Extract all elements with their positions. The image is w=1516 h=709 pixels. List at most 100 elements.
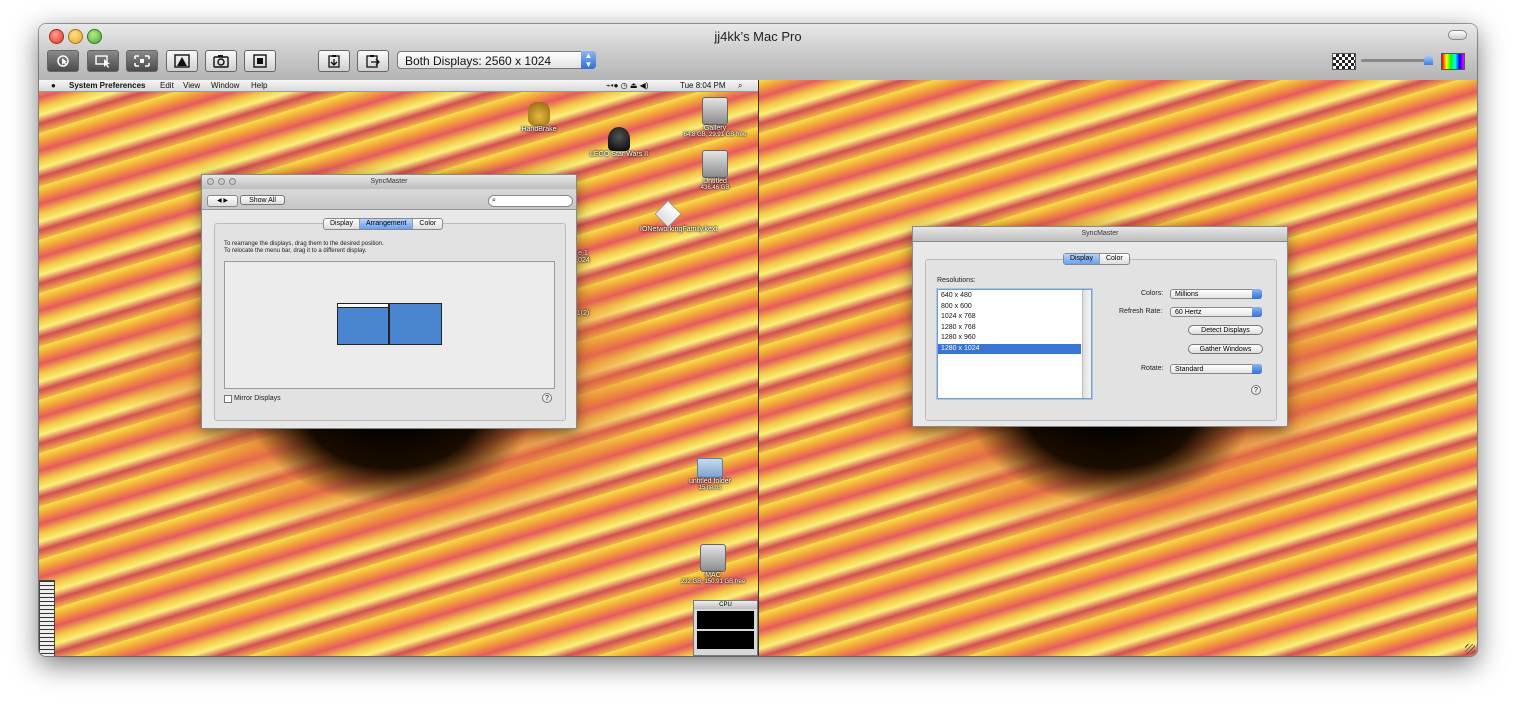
desktop-icon-gallery[interactable]: Gallery 64.8 GB, 29.91 GB free <box>679 97 751 138</box>
cpu-graph <box>697 631 754 649</box>
scale-icon[interactable] <box>244 50 276 72</box>
window-toolbar: jj4kk’s Mac Pro Both Displays: 2560 x 10… <box>39 24 1477 81</box>
control-icon[interactable] <box>47 50 79 72</box>
gather-windows-button[interactable]: Gather Windows <box>1188 344 1263 354</box>
get-clipboard-icon[interactable] <box>318 50 350 72</box>
search-icon: ⌕ <box>492 197 496 204</box>
rotate-popup[interactable]: Standard <box>1170 364 1262 374</box>
remote-screen-right[interactable]: SyncMaster Display Color Resolutions: 64… <box>759 80 1477 656</box>
search-input[interactable]: ⌕ <box>488 195 573 207</box>
apple-icon[interactable]: ● <box>51 80 56 91</box>
detect-displays-button[interactable]: Detect Displays <box>1188 325 1263 335</box>
quality-slider[interactable] <box>1361 59 1433 62</box>
menubar-indicator[interactable] <box>338 304 388 308</box>
tab-bar: Display Arrangement Color <box>323 218 444 230</box>
resolution-row[interactable]: 1280 x 768 <box>938 323 1081 334</box>
chevron-updown-icon <box>1252 364 1262 374</box>
desktop-icon-handbrake[interactable]: HandBrake <box>517 102 561 133</box>
window-title: jj4kk’s Mac Pro <box>714 29 802 44</box>
menu-view[interactable]: View <box>183 80 200 91</box>
quality-slider-thumb[interactable] <box>1424 54 1433 65</box>
desktop-icon-untitled[interactable]: Untitled 436.46 GB <box>679 150 751 191</box>
menu-clock: Tue 8:04 PM <box>680 81 726 90</box>
list-scrollbar[interactable] <box>1082 290 1091 398</box>
rotate-value: Standard <box>1175 366 1204 373</box>
fit-screen-icon[interactable] <box>126 50 158 72</box>
resolutions-rows: 640 x 480 800 x 600 1024 x 768 1280 x 76… <box>938 291 1081 354</box>
spotlight-icon[interactable]: ⌕ <box>738 80 742 91</box>
full-screen-icon[interactable] <box>166 50 198 72</box>
colors-label: Colors: <box>1141 290 1164 297</box>
capture-icon[interactable] <box>205 50 237 72</box>
colors-popup[interactable]: Millions <box>1170 289 1262 299</box>
refresh-rate-popup[interactable]: 60 Hertz <box>1170 307 1262 317</box>
resolution-row-selected[interactable]: 1280 x 1024 <box>938 343 1081 354</box>
tab-display[interactable]: Display <box>324 219 360 229</box>
remote-desktop-window: jj4kk’s Mac Pro Both Displays: 2560 x 10… <box>39 24 1477 656</box>
desktop-icon-sublabel: 436.46 GB <box>700 185 730 191</box>
resolution-row[interactable]: 1280 x 960 <box>938 333 1081 344</box>
hard-drive-icon <box>702 150 728 178</box>
menu-extras-icons: ⌁•● ◷ ⏏ ◀) <box>606 81 649 90</box>
resolution-row[interactable]: 640 x 480 <box>938 291 1081 302</box>
window-title: SyncMaster <box>1081 230 1119 237</box>
remote-screen-left[interactable]: ● System Preferences Edit View Window He… <box>39 80 758 656</box>
resolutions-list[interactable]: 640 x 480 800 x 600 1024 x 768 1280 x 76… <box>937 289 1092 399</box>
menu-window[interactable]: Window <box>211 80 239 91</box>
desktop-icon-mac[interactable]: MAC 232 GB, 150.91 GB free <box>675 544 751 585</box>
syncmaster-display-window: SyncMaster Display Color Resolutions: 64… <box>912 226 1288 427</box>
menu-bar: ● System Preferences Edit View Window He… <box>39 80 758 92</box>
tab-bar: Display Color <box>1063 253 1130 265</box>
display-selector[interactable]: Both Displays: 2560 x 1024 ▲ ▼ <box>397 51 596 69</box>
resize-grip-icon[interactable] <box>1465 644 1475 654</box>
image-quality-icon <box>1332 53 1356 70</box>
desktop-icon-sublabel: 15 items <box>698 485 722 491</box>
instruction-line-1: To rearrange the displays, drag them to … <box>224 241 384 247</box>
desktop-icon-ionetworking[interactable]: IONetworkingFamily.kext <box>625 200 717 233</box>
desktop-icon-label: Gallery <box>703 125 727 132</box>
close-button[interactable] <box>207 178 214 185</box>
instruction-line-2: To relocate the menu bar, drag it to a d… <box>224 248 367 254</box>
tab-arrangement[interactable]: Arrangement <box>359 219 414 229</box>
kext-bundle-icon <box>654 200 682 228</box>
chevron-updown-icon <box>1252 307 1262 317</box>
cpu-graph <box>697 611 754 629</box>
desktop-icon-lego-star-wars[interactable]: LEGO Star Wars II <box>586 127 652 158</box>
tab-color[interactable]: Color <box>413 219 442 229</box>
hard-drive-icon <box>702 97 728 125</box>
zoom-button[interactable] <box>229 178 236 185</box>
back-forward-buttons[interactable]: ◀ ▶ <box>207 195 238 207</box>
display-block-right[interactable] <box>389 303 442 345</box>
help-button[interactable]: ? <box>542 393 552 403</box>
send-clipboard-icon[interactable] <box>357 50 389 72</box>
resolution-row[interactable]: 1024 x 768 <box>938 312 1081 323</box>
darth-vader-icon <box>608 127 630 151</box>
minimize-button[interactable] <box>218 178 225 185</box>
window-titlebar: SyncMaster <box>202 175 576 190</box>
desktop-icon-label: Untitled <box>703 178 727 185</box>
share-mouse-icon[interactable] <box>87 50 119 72</box>
menu-help[interactable]: Help <box>251 80 267 91</box>
display-selector-value: Both Displays: 2560 x 1024 <box>405 54 552 68</box>
cpu-monitor-widget[interactable]: CPU <box>693 600 758 656</box>
resolution-row[interactable]: 800 x 600 <box>938 302 1081 313</box>
desktop-icon-sublabel: 232 GB, 150.91 GB free <box>680 579 746 585</box>
hard-drive-icon <box>700 544 726 572</box>
mirror-displays-checkbox[interactable] <box>224 395 232 403</box>
tab-display[interactable]: Display <box>1064 254 1100 264</box>
menu-app[interactable]: System Preferences <box>69 80 146 91</box>
mirror-displays-label: Mirror Displays <box>234 395 281 402</box>
activity-meter <box>39 580 55 656</box>
menu-edit[interactable]: Edit <box>160 80 174 91</box>
tab-color[interactable]: Color <box>1100 254 1129 264</box>
toolbar-toggle-button[interactable] <box>1448 30 1467 40</box>
desktop-icon-untitled-folder[interactable]: untitled folder 15 items <box>675 458 745 491</box>
syncmaster-arrangement-window: SyncMaster ◀ ▶ Show All ⌕ Display Arrang… <box>201 174 577 429</box>
display-block-left[interactable] <box>337 303 389 345</box>
desktop-icon-label: untitled folder <box>688 478 732 485</box>
help-button[interactable]: ? <box>1251 385 1261 395</box>
desktop-icon-sublabel: 64.8 GB, 29.91 GB free <box>683 132 747 138</box>
refresh-rate-label: Refresh Rate: <box>1119 308 1163 315</box>
show-all-button[interactable]: Show All <box>240 195 285 205</box>
pineapple-icon <box>528 102 550 126</box>
